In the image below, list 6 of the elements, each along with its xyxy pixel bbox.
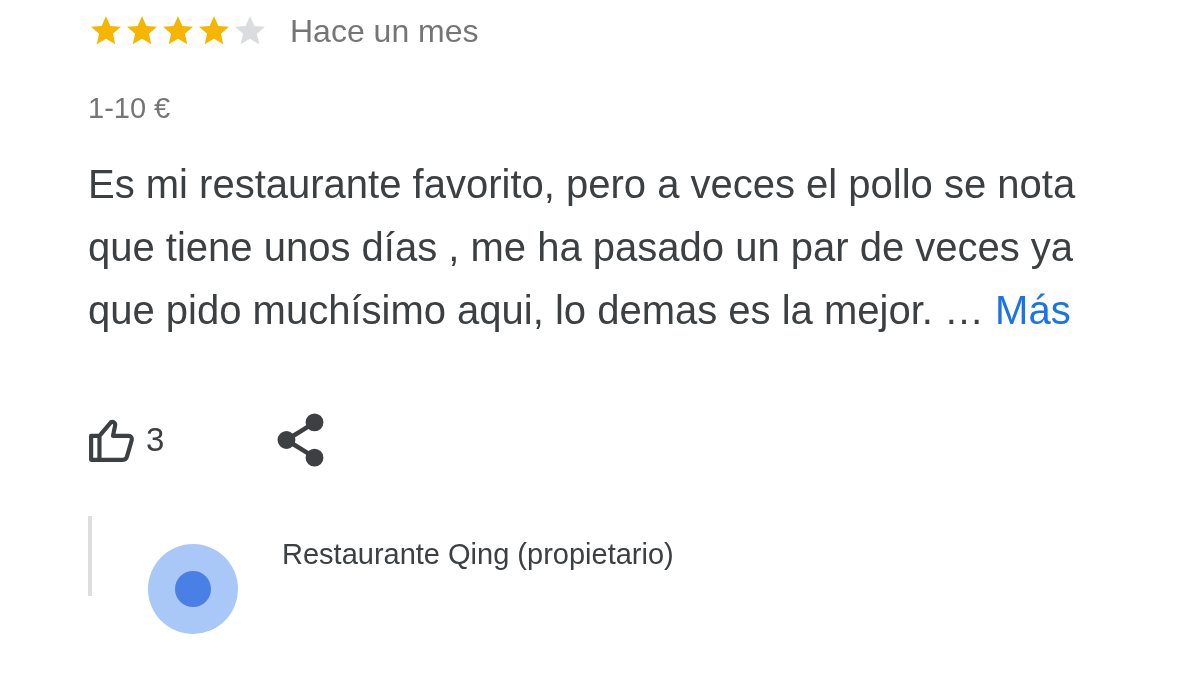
price-range: 1-10 € <box>88 92 172 125</box>
owner-name: Restaurante Qing (propietario) <box>282 538 674 571</box>
like-button[interactable]: 3 <box>88 417 165 463</box>
review-text: Es mi restaurante favorito, pero a veces el pollo se nota que tiene unos días , me ha pasado un par de veces ya que pido muchísimo aqui, lo demas es la mejor. … Más <box>88 161 1077 334</box>
review-time: Hace un mes <box>290 12 479 50</box>
more-link[interactable]: Más <box>995 288 1071 332</box>
